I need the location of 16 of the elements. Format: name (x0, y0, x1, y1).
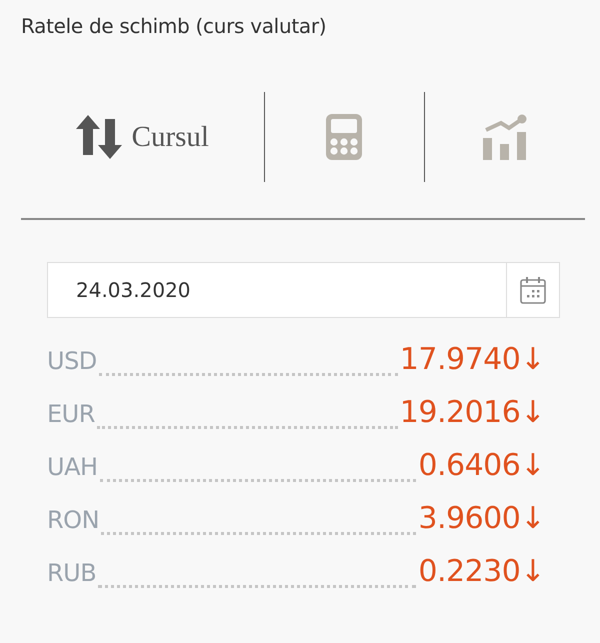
exchange-tab[interactable]: Cursul (21, 109, 264, 165)
rate-value: 17.9740↓ (400, 342, 545, 376)
widget-title: Ratele de schimb (curs valutar) (21, 14, 328, 38)
currency-code: RUB (47, 558, 96, 586)
currency-code: EUR (47, 400, 95, 428)
rate-value: 19.2016↓ (400, 394, 545, 430)
up-down-arrows-icon (76, 115, 122, 159)
calculator-icon (326, 114, 362, 160)
rate-value: 0.2230↓ (418, 554, 545, 588)
rate-value: 0.6406↓ (418, 448, 545, 482)
currency-code: RON (47, 506, 100, 534)
rate-value: 3.9600↓ (418, 500, 545, 536)
currency-code: USD (47, 346, 97, 374)
currency-code: UAH (47, 452, 98, 480)
calendar-icon (520, 276, 546, 304)
bar-chart-icon (483, 114, 528, 160)
